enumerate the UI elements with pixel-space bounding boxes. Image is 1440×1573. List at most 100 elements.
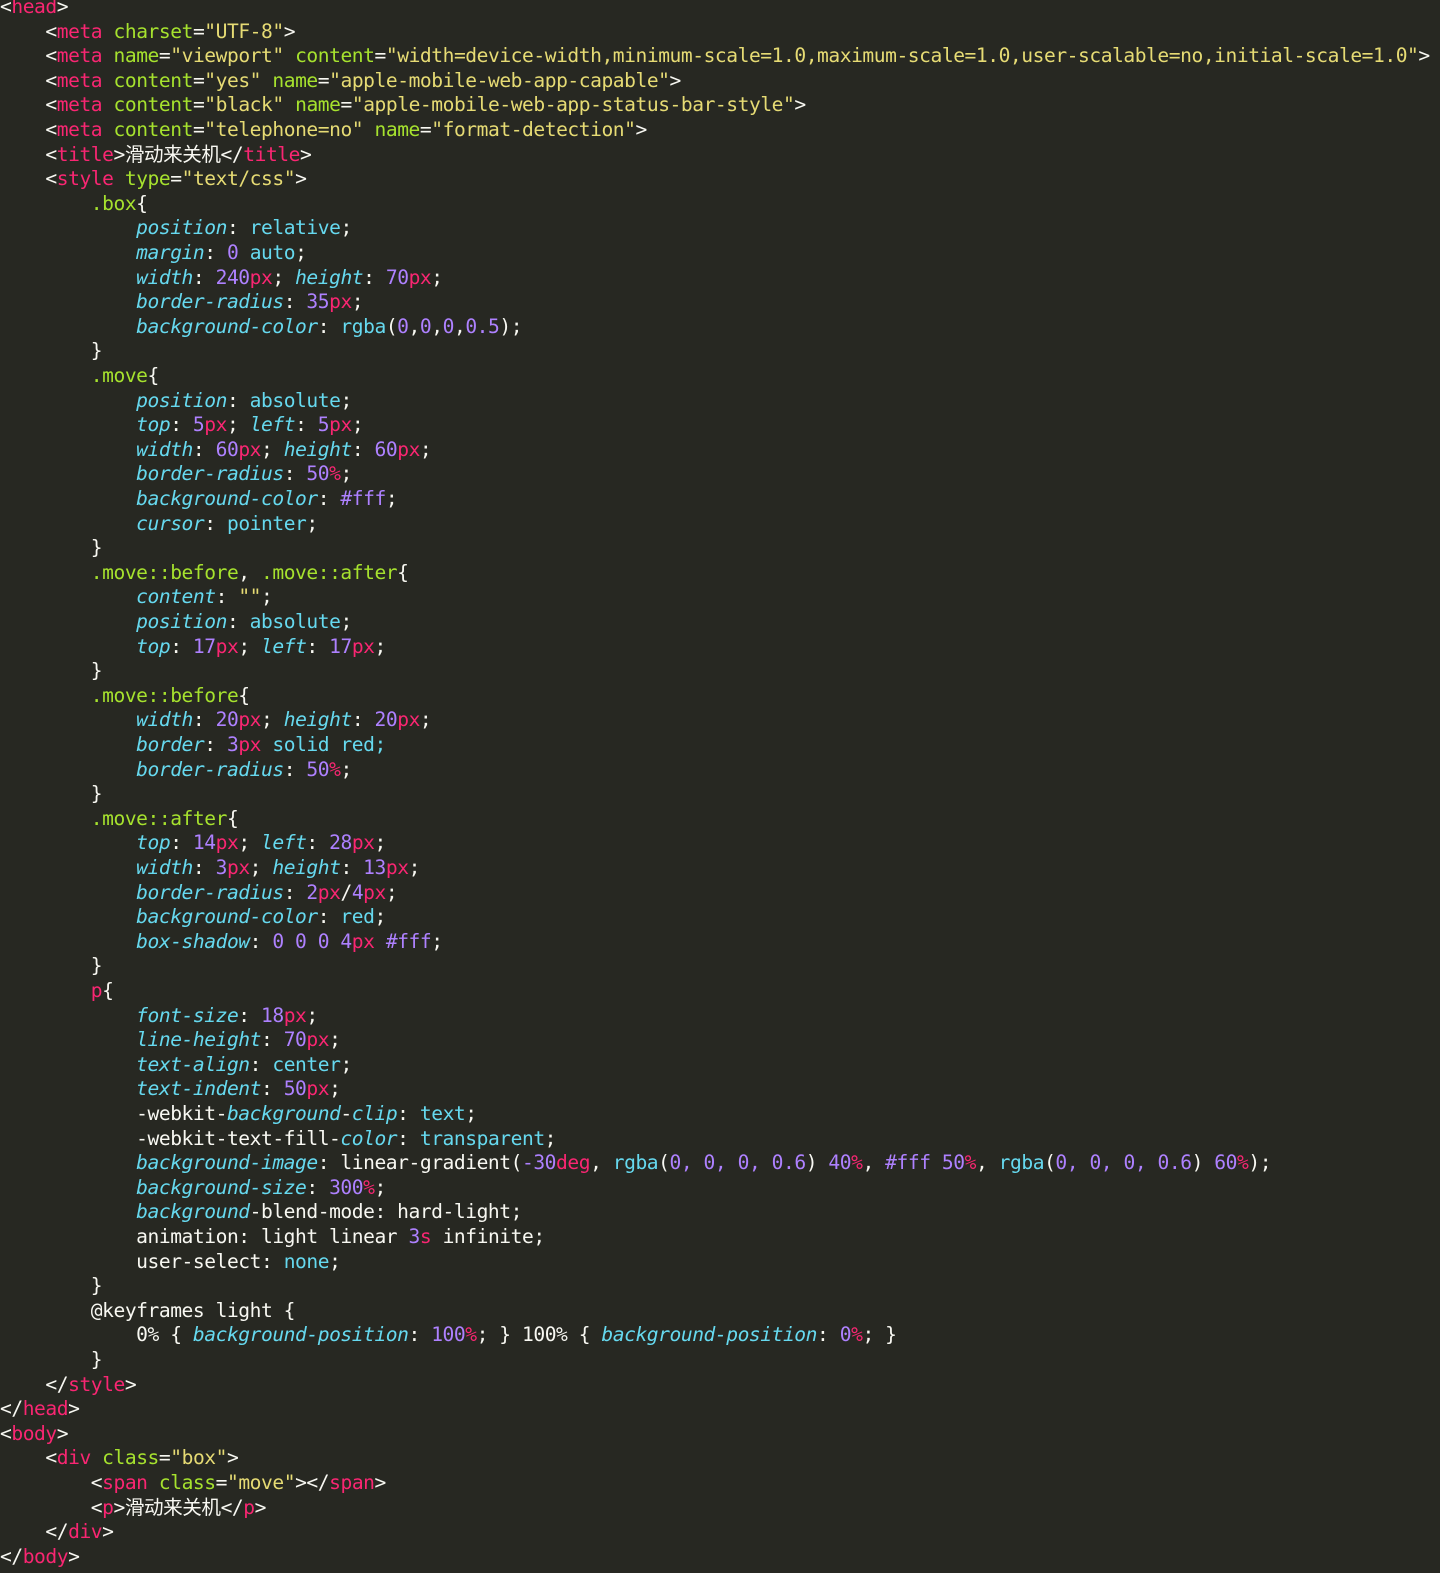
code-line[interactable]: -webkit-background-clip: text;	[0, 1102, 477, 1127]
code-line[interactable]: .move::before{	[0, 684, 250, 709]
code-line[interactable]: font-size: 18px;	[0, 1004, 318, 1029]
code-token: :	[215, 585, 239, 609]
code-line[interactable]: .move::before, .move::after{	[0, 561, 409, 586]
code-line[interactable]: <meta content="telephone=no" name="forma…	[0, 118, 647, 143]
code-line[interactable]: content: "";	[0, 585, 273, 610]
code-token: px	[306, 1077, 330, 1101]
code-line[interactable]: position: relative;	[0, 216, 352, 241]
code-line[interactable]: }	[0, 1274, 103, 1299]
code-line[interactable]: </body>	[0, 1545, 80, 1570]
code-line[interactable]: background-color: rgba(0,0,0,0.5);	[0, 315, 522, 340]
code-line[interactable]: <head>	[0, 0, 69, 20]
code-line[interactable]: }	[0, 339, 103, 364]
code-line[interactable]: user-select: none;	[0, 1250, 341, 1275]
code-line[interactable]: border-radius: 50%;	[0, 462, 352, 487]
code-line[interactable]: 0% { background-position: 100%; } 100% {…	[0, 1323, 897, 1348]
code-line[interactable]: <meta name="viewport" content="width=dev…	[0, 44, 1430, 69]
code-token: :	[170, 413, 193, 437]
code-token: -	[340, 1102, 352, 1125]
code-token: div	[56, 1446, 91, 1470]
code-token: 3	[215, 856, 228, 879]
code-line[interactable]: width: 3px; height: 13px;	[0, 856, 420, 881]
code-token: color	[340, 1126, 398, 1150]
code-line[interactable]: .move::after{	[0, 807, 239, 832]
code-line[interactable]: position: absolute;	[0, 389, 352, 414]
code-token: content	[295, 44, 375, 68]
code-line[interactable]: background-size: 300%;	[0, 1176, 386, 1201]
code-line[interactable]: .move{	[0, 364, 160, 389]
code-line[interactable]: <meta content="yes" name="apple-mobile-w…	[0, 69, 681, 94]
code-line[interactable]: top: 14px; left: 28px;	[0, 831, 386, 856]
code-token: :	[283, 880, 307, 904]
code-token: p	[243, 1495, 255, 1519]
code-line[interactable]: text-indent: 50px;	[0, 1077, 341, 1102]
code-token: :	[226, 216, 250, 240]
code-line[interactable]: position: absolute;	[0, 610, 352, 635]
code-line[interactable]: background-blend-mode: hard-light;	[0, 1200, 522, 1225]
code-line[interactable]: }	[0, 659, 103, 684]
code-token: span	[329, 1471, 375, 1494]
code-token: 4	[351, 880, 364, 904]
code-line[interactable]: top: 5px; left: 5px;	[0, 413, 363, 438]
code-line[interactable]: <body>	[0, 1422, 69, 1447]
code-line[interactable]: box-shadow: 0 0 0 4px #fff;	[0, 930, 443, 955]
code-token: 60	[1214, 1151, 1237, 1175]
code-token: background-color	[136, 905, 318, 929]
code-line[interactable]: border-radius: 35px;	[0, 290, 363, 315]
code-token: :	[351, 437, 375, 461]
code-line[interactable]: <style type="text/css">	[0, 167, 306, 192]
code-token: 20	[215, 708, 239, 732]
code-token: red	[340, 905, 375, 929]
code-line[interactable]: p{	[0, 979, 114, 1004]
code-token: 0	[442, 314, 455, 338]
code-token: pointer	[226, 511, 307, 535]
code-line[interactable]: top: 17px; left: 17px;	[0, 635, 386, 660]
code-line[interactable]: <p>滑动来关机</p>	[0, 1495, 267, 1521]
code-line[interactable]: line-height: 70px;	[0, 1028, 341, 1053]
code-line[interactable]: }	[0, 1348, 103, 1373]
code-token: :	[351, 708, 375, 732]
code-line[interactable]: cursor: pointer;	[0, 512, 318, 537]
code-line[interactable]: </head>	[0, 1397, 80, 1422]
code-token: px	[215, 831, 239, 855]
code-line[interactable]: <meta charset="UTF-8">	[0, 20, 295, 45]
code-token: rgba	[998, 1151, 1045, 1175]
code-token: .move::before	[90, 683, 239, 707]
code-line[interactable]: border-radius: 2px/4px;	[0, 880, 398, 906]
code-line[interactable]: animation: light linear 3s infinite;	[0, 1225, 545, 1250]
code-line[interactable]: <span class="move"></span>	[0, 1471, 387, 1496]
code-line[interactable]: width: 60px; height: 60px;	[0, 437, 432, 463]
code-line[interactable]: text-align: center;	[0, 1053, 352, 1078]
code-line[interactable]: border: 3px solid red;	[0, 733, 386, 758]
code-line[interactable]: width: 20px; height: 20px;	[0, 708, 432, 733]
code-token: ;	[249, 856, 273, 879]
code-line[interactable]: <div class="box">	[0, 1446, 238, 1471]
code-token: 28	[329, 831, 352, 855]
code-line[interactable]: background-color: red;	[0, 905, 386, 930]
code-token: =	[340, 93, 352, 117]
code-line[interactable]: <title>滑动来关机</title>	[0, 143, 311, 168]
code-line[interactable]: background-color: #fff;	[0, 487, 397, 512]
code-line[interactable]: </style>	[0, 1373, 136, 1398]
code-token: 17	[192, 634, 216, 658]
code-line[interactable]: }	[0, 536, 103, 561]
code-line[interactable]: }	[0, 954, 103, 979]
code-editor[interactable]: <head> <meta charset="UTF-8"> <meta name…	[0, 0, 1440, 1573]
code-line[interactable]: @keyframes light {	[0, 1299, 296, 1324]
code-line[interactable]: .box{	[0, 192, 148, 217]
code-line[interactable]: background-image: linear-gradient(-30deg…	[0, 1151, 1271, 1176]
code-line[interactable]: </div>	[0, 1520, 114, 1545]
code-line[interactable]: width: 240px; height: 70px;	[0, 266, 443, 291]
code-line[interactable]: margin: 0 auto;	[0, 241, 307, 266]
code-line[interactable]: }	[0, 782, 103, 807]
code-line[interactable]: border-radius: 50%;	[0, 758, 352, 783]
code-line[interactable]: <meta content="black" name="apple-mobile…	[0, 93, 806, 118]
code-token: 50	[283, 1077, 307, 1101]
code-line[interactable]: -webkit-text-fill-color: transparent;	[0, 1127, 556, 1152]
code-token: height	[283, 708, 353, 732]
